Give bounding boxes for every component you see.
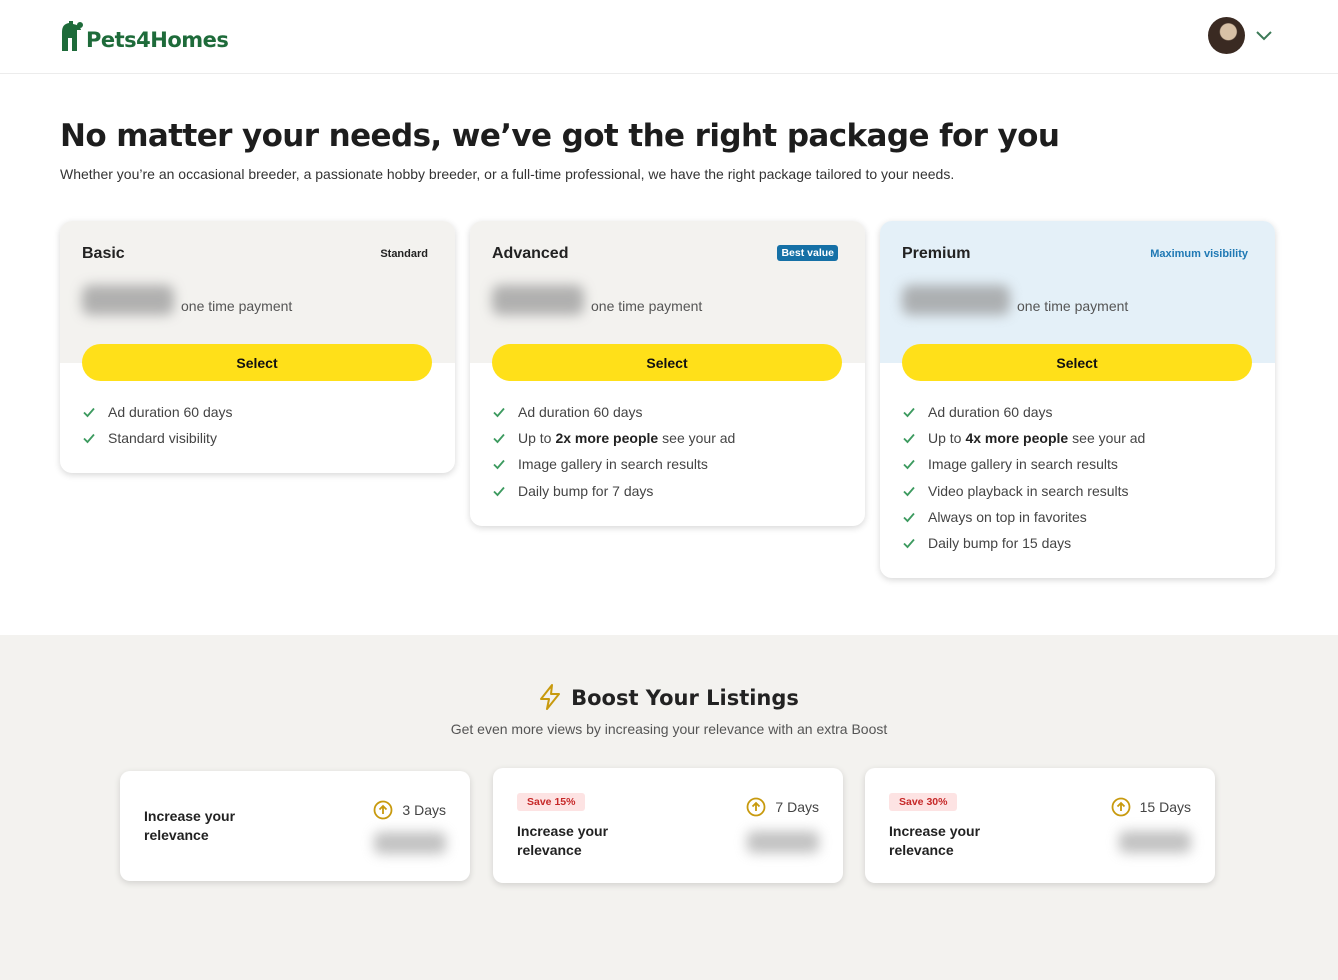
check-icon xyxy=(83,408,95,418)
best-value-badge: Best value xyxy=(777,245,838,261)
select-basic-button[interactable]: Select xyxy=(82,344,432,381)
feature-item: Image gallery in search results xyxy=(492,451,843,477)
feature-item: Image gallery in search results xyxy=(902,451,1253,477)
check-icon xyxy=(493,434,505,444)
feature-text: Ad duration 60 days xyxy=(518,404,643,421)
avatar[interactable] xyxy=(1208,17,1245,54)
logo-text: Pets4Homes xyxy=(86,28,229,52)
boost-title-text: Boost Your Listings xyxy=(571,686,799,710)
check-icon xyxy=(493,460,505,470)
chevron-down-icon[interactable] xyxy=(1254,25,1274,45)
feature-text: Up to xyxy=(928,430,962,447)
feature-text: Video playback in search results xyxy=(928,482,1129,499)
feature-item: Up to 4x more people see your ad xyxy=(902,425,1253,451)
boost-option-label: Increase your relevance xyxy=(889,823,981,858)
save-badge: Save 15% xyxy=(517,793,586,811)
select-premium-button[interactable]: Select xyxy=(902,344,1252,381)
package-card-premium: Premium Maximum visibility one time paym… xyxy=(880,221,1275,579)
feature-text: Ad duration 60 days xyxy=(108,404,233,421)
logo[interactable]: Pets4Homes xyxy=(60,20,229,52)
select-advanced-button[interactable]: Select xyxy=(492,344,842,381)
check-icon xyxy=(493,408,505,418)
boost-days: 3 Days xyxy=(373,800,446,820)
feature-item: Up to 2x more people see your ad xyxy=(492,425,843,451)
boost-option-3-days[interactable]: Increase your relevance 3 Days xyxy=(120,771,470,881)
price-blurred xyxy=(82,285,174,315)
boost-price-blurred xyxy=(747,831,819,853)
boost-option-15-days[interactable]: Save 30% Increase your relevance 15 Days xyxy=(865,768,1215,883)
feature-text: see your ad xyxy=(1072,430,1146,447)
boost-option-label: Increase your relevance xyxy=(144,808,236,843)
package-card-advanced: Advanced Best value one time payment Sel… xyxy=(470,221,865,526)
package-card-header: Premium Maximum visibility one time paym… xyxy=(880,221,1275,363)
boost-option-label: Increase your relevance xyxy=(517,823,609,858)
price-blurred xyxy=(902,285,1010,315)
check-icon xyxy=(903,538,915,549)
feature-text: Ad duration 60 days xyxy=(928,404,1053,421)
check-icon xyxy=(903,408,915,418)
boost-price-blurred xyxy=(1119,831,1191,853)
feature-item: Ad duration 60 days xyxy=(492,399,843,425)
check-icon xyxy=(903,434,915,444)
feature-text: see your ad xyxy=(662,430,736,447)
feature-item: Daily bump for 7 days xyxy=(492,478,843,504)
feature-highlight: 2x more people xyxy=(555,430,659,447)
feature-list: Ad duration 60 days Up to 4x more people se… xyxy=(880,399,1275,578)
boost-days-text: 3 Days xyxy=(402,802,446,818)
price-blurred xyxy=(492,285,584,315)
arrow-up-circle-icon xyxy=(747,797,766,817)
boost-days-text: 7 Days xyxy=(775,799,819,815)
logo-mark-icon xyxy=(62,21,83,51)
feature-item: Video playback in search results xyxy=(902,478,1253,504)
package-name: Advanced xyxy=(492,245,569,262)
feature-item: Always on top in favorites xyxy=(902,504,1253,530)
check-icon xyxy=(83,434,95,444)
boost-price-blurred xyxy=(374,832,446,854)
boost-subtitle: Get even more views by increasing your r… xyxy=(450,721,888,737)
feature-list: Ad duration 60 days Up to 2x more people se… xyxy=(470,399,865,526)
boost-option-7-days[interactable]: Save 15% Increase your relevance 7 Days xyxy=(493,768,843,883)
check-icon xyxy=(903,512,915,523)
boost-days-text: 15 Days xyxy=(1139,799,1191,815)
feature-text: Up to xyxy=(518,430,552,447)
package-tag: Standard xyxy=(380,248,428,260)
feature-item: Daily bump for 15 days xyxy=(902,530,1253,556)
arrow-up-circle-icon xyxy=(374,800,393,820)
feature-item: Ad duration 60 days xyxy=(902,399,1253,425)
page-title: No matter your needs, we’ve got the righ… xyxy=(60,118,1060,154)
feature-item: Standard visibility xyxy=(82,425,433,451)
feature-text: Image gallery in search results xyxy=(518,456,708,473)
check-icon xyxy=(903,460,915,470)
page-subtitle: Whether you’re an occasional breeder, a … xyxy=(60,166,955,182)
feature-text: Always on top in favorites xyxy=(928,508,1087,525)
feature-text: Standard visibility xyxy=(108,430,217,447)
feature-item: Ad duration 60 days xyxy=(82,399,433,425)
boost-days: 7 Days xyxy=(746,797,819,817)
feature-highlight: 4x more people xyxy=(965,430,1069,447)
arrow-up-circle-icon xyxy=(1111,797,1131,817)
package-name: Premium xyxy=(902,245,971,262)
feature-text: Image gallery in search results xyxy=(928,456,1118,473)
boost-days: 15 Days xyxy=(1111,797,1191,817)
price-note: one time payment xyxy=(181,298,293,314)
feature-text: Daily bump for 7 days xyxy=(518,482,654,499)
feature-list: Ad duration 60 days Standard visibility xyxy=(60,399,455,473)
package-tag: Maximum visibility xyxy=(1150,248,1248,260)
boost-title: Boost Your Listings xyxy=(0,684,1338,710)
top-header: Pets4Homes xyxy=(0,0,1338,74)
feature-text: Daily bump for 15 days xyxy=(928,535,1072,552)
price-note: one time payment xyxy=(591,298,703,314)
package-card-header: Advanced Best value one time payment xyxy=(470,221,865,363)
check-icon xyxy=(903,486,915,496)
package-card-basic: Basic Standard one time payment Select A… xyxy=(60,221,455,474)
check-icon xyxy=(493,486,505,496)
lightning-icon xyxy=(540,684,561,710)
package-name: Basic xyxy=(82,245,125,262)
price-note: one time payment xyxy=(1017,298,1129,314)
save-badge: Save 30% xyxy=(889,793,958,811)
package-card-header: Basic Standard one time payment xyxy=(60,221,455,363)
